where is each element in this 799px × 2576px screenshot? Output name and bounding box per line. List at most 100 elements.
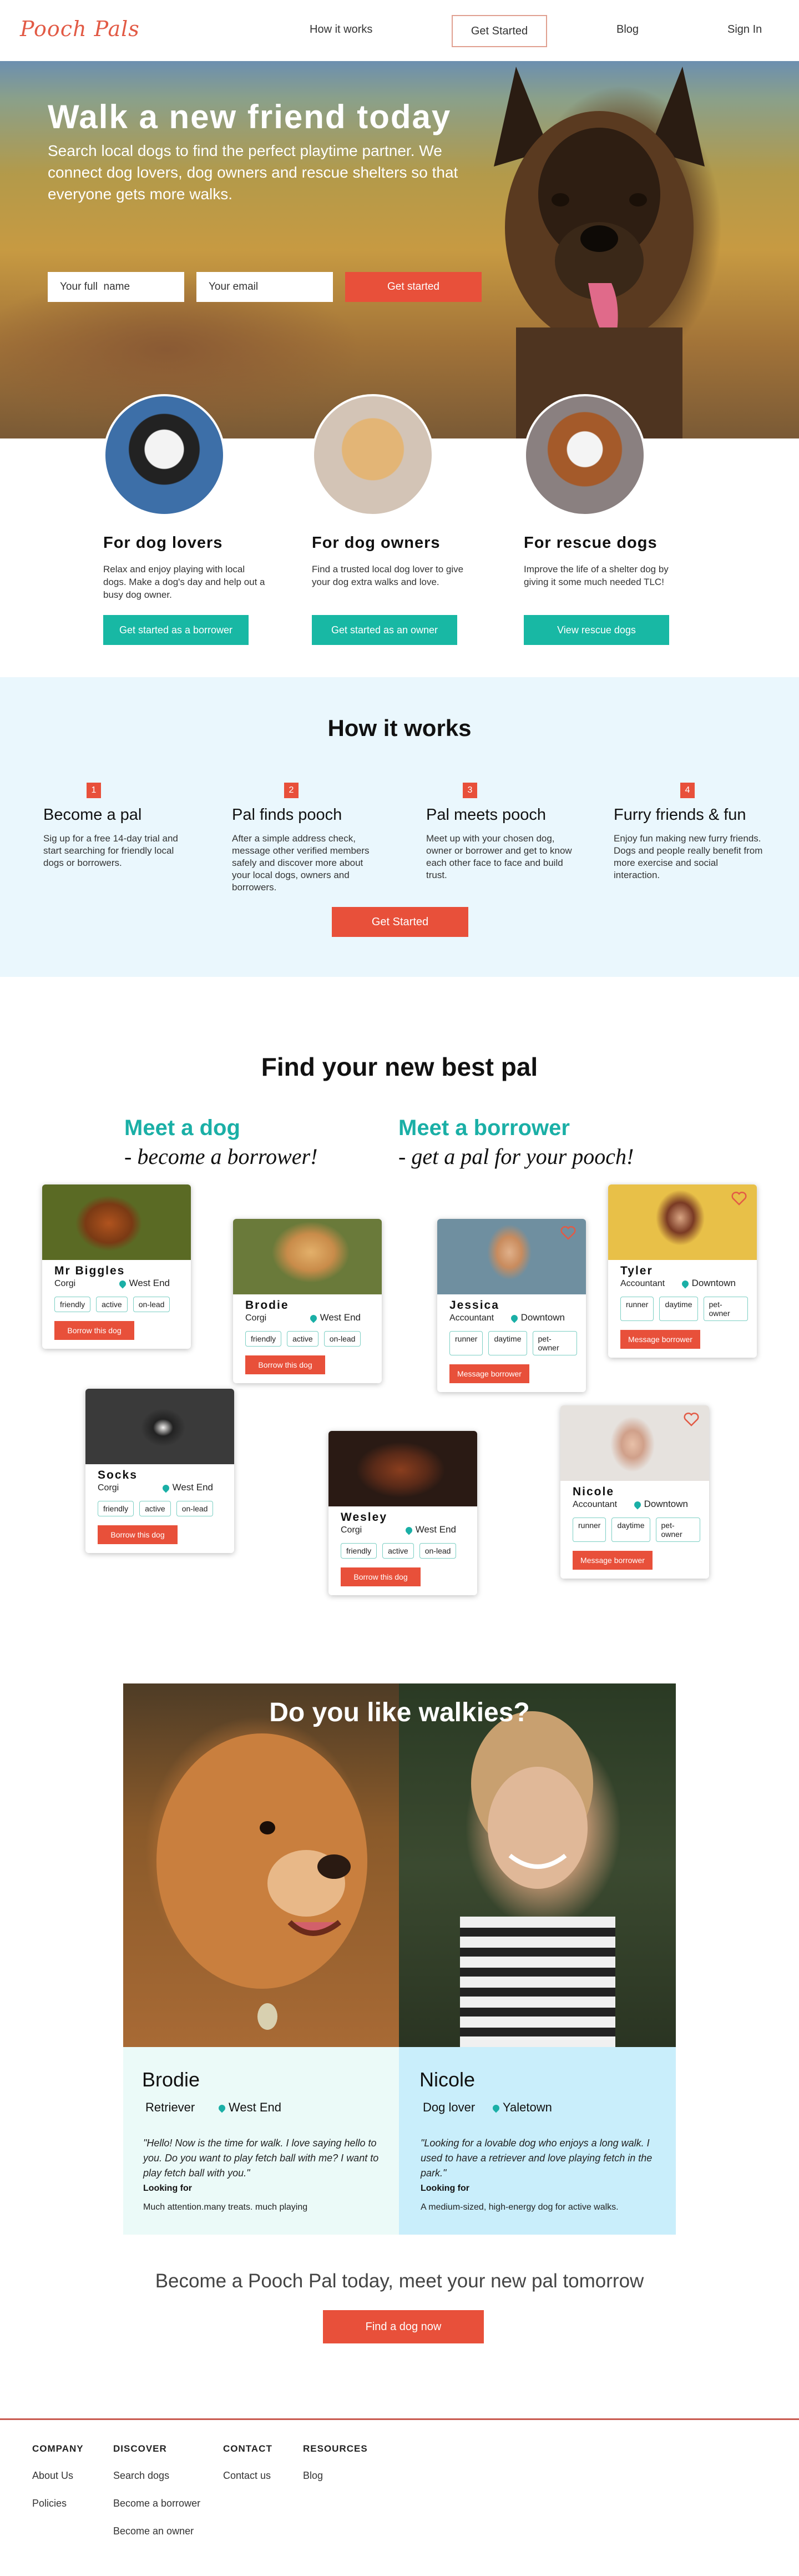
owner-signup-button[interactable]: Get started as an owner	[312, 615, 457, 645]
email-input[interactable]	[196, 272, 333, 302]
tag: on-lead	[419, 1543, 457, 1559]
location: West End	[118, 1278, 170, 1289]
borrower-card[interactable]: Nicole Accountant Downtown runner daytim…	[560, 1405, 709, 1579]
location-pin-icon	[491, 2103, 501, 2113]
location-pin-icon	[118, 1279, 128, 1289]
step-number: 1	[87, 783, 101, 798]
footer-link-contact[interactable]: Contact us	[223, 2470, 271, 2482]
borrow-dog-button[interactable]: Borrow this dog	[245, 1355, 325, 1374]
location: Downtown	[509, 1312, 565, 1323]
message-borrower-button[interactable]: Message borrower	[573, 1551, 653, 1570]
message-borrower-button[interactable]: Message borrower	[449, 1364, 529, 1383]
borrower-card[interactable]: Jessica Accountant Downtown runner dayti…	[437, 1219, 586, 1392]
hero-dog-image	[494, 67, 705, 438]
nav-get-started-button[interactable]: Get Started	[452, 15, 547, 47]
dog-name: Socks	[98, 1469, 138, 1481]
view-rescue-dogs-button[interactable]: View rescue dogs	[524, 615, 669, 645]
meet-borrower-heading: Meet a borrower	[398, 1116, 570, 1140]
borrower-card[interactable]: Tyler Accountant Downtown runner daytime…	[608, 1184, 757, 1358]
looking-for-label: Looking for	[143, 2184, 192, 2193]
tag: active	[96, 1297, 128, 1312]
meet-borrower-subheading: - get a pal for your pooch!	[398, 1144, 634, 1169]
find-dog-button[interactable]: Find a dog now	[323, 2310, 484, 2343]
tag: on-lead	[176, 1501, 214, 1516]
nav-blog[interactable]: Blog	[616, 23, 639, 36]
dog-photo	[85, 1389, 234, 1464]
location: West End	[404, 1524, 456, 1535]
audience-text-rescue: Improve the life of a shelter dog by giv…	[524, 564, 669, 587]
tag: runner	[573, 1518, 606, 1542]
borrower-signup-button[interactable]: Get started as a borrower	[103, 615, 249, 645]
tag: on-lead	[323, 1331, 361, 1347]
nav-sign-in[interactable]: Sign In	[727, 23, 762, 36]
dog-card[interactable]: Wesley Corgi West End friendly active on…	[328, 1431, 477, 1595]
borrow-dog-button[interactable]: Borrow this dog	[341, 1567, 421, 1586]
how-get-started-button[interactable]: Get Started	[332, 907, 468, 937]
dog-card[interactable]: Mr Biggles Corgi West End friendly activ…	[42, 1184, 191, 1349]
footer-link-become-owner[interactable]: Become an owner	[113, 2525, 194, 2537]
location: West End	[161, 1482, 213, 1493]
message-borrower-button[interactable]: Message borrower	[620, 1330, 700, 1349]
profile-role: Dog lover	[423, 2100, 476, 2114]
location: Downtown	[680, 1278, 736, 1289]
profile-quote: "Looking for a lovable dog who enjoys a …	[421, 2138, 653, 2179]
dog-lover-photo	[103, 394, 225, 516]
meet-dog-heading: Meet a dog	[124, 1116, 240, 1140]
tag: friendly	[98, 1501, 134, 1516]
profile-quote: "Hello! Now is the time for walk. I love…	[143, 2138, 379, 2179]
woman-image	[460, 1711, 615, 2047]
footer-link-policies[interactable]: Policies	[32, 2498, 67, 2509]
borrow-dog-button[interactable]: Borrow this dog	[54, 1321, 134, 1340]
location: Downtown	[633, 1499, 688, 1510]
step-title: Pal meets pooch	[426, 806, 547, 824]
tag: friendly	[54, 1297, 91, 1312]
hero-subtitle: Search local dogs to find the perfect pl…	[48, 142, 458, 203]
step-title: Pal finds pooch	[232, 806, 342, 824]
tag: active	[382, 1543, 414, 1559]
how-it-works-title: How it works	[327, 715, 472, 741]
nav-how-it-works[interactable]: How it works	[310, 23, 372, 36]
tag: on-lead	[133, 1297, 170, 1312]
footer-link-blog[interactable]: Blog	[303, 2470, 323, 2482]
tag: runner	[449, 1331, 483, 1355]
location: West End	[309, 1312, 361, 1323]
dog-card[interactable]: Brodie Corgi West End friendly active on…	[233, 1219, 382, 1383]
heart-icon[interactable]	[560, 1226, 576, 1240]
looking-for-label: Looking for	[421, 2184, 469, 2193]
step-text: Sig up for a free 14-day trial and start…	[43, 833, 178, 868]
heart-icon[interactable]	[684, 1412, 699, 1426]
footer-link-search-dogs[interactable]: Search dogs	[113, 2470, 169, 2482]
footer-link-about[interactable]: About Us	[32, 2470, 73, 2482]
dog-name: Brodie	[245, 1299, 289, 1312]
find-pal-title: Find your new best pal	[261, 1052, 538, 1081]
meet-dog-subheading: - become a borrower!	[124, 1144, 318, 1169]
tag: active	[287, 1331, 318, 1347]
footer-link-become-borrower[interactable]: Become a borrower	[113, 2498, 200, 2509]
step-number: 3	[463, 783, 477, 798]
footer-heading-resources: RESOURCES	[303, 2443, 368, 2454]
cta-title: Become a Pooch Pal today, meet your new …	[155, 2270, 644, 2292]
audience-title-owners: For dog owners	[312, 534, 441, 552]
location-pin-icon	[509, 1313, 519, 1323]
step-text: After a simple address check, message ot…	[232, 833, 370, 893]
dog-card[interactable]: Socks Corgi West End friendly active on-…	[85, 1389, 234, 1553]
borrower-photo	[437, 1219, 586, 1294]
step-number: 2	[284, 783, 299, 798]
location-pin-icon	[217, 2103, 227, 2113]
heart-icon[interactable]	[731, 1191, 747, 1206]
dog-photo	[328, 1431, 477, 1506]
footer-heading-contact: CONTACT	[223, 2443, 272, 2454]
tag: pet-owner	[703, 1297, 748, 1321]
tag: friendly	[341, 1543, 377, 1559]
brodie-photo	[123, 1683, 399, 2047]
location-pin-icon	[404, 1525, 414, 1535]
full-name-input[interactable]	[48, 272, 184, 302]
tag: daytime	[659, 1297, 698, 1321]
borrow-dog-button[interactable]: Borrow this dog	[98, 1525, 178, 1544]
logo[interactable]: Pooch Pals	[20, 17, 140, 41]
tag: pet-owner	[532, 1331, 577, 1355]
dog-owner-photo	[312, 394, 434, 516]
dog-photo	[233, 1219, 382, 1294]
hero-get-started-button[interactable]: Get started	[345, 272, 482, 302]
profile-role: Retriever	[145, 2100, 195, 2114]
